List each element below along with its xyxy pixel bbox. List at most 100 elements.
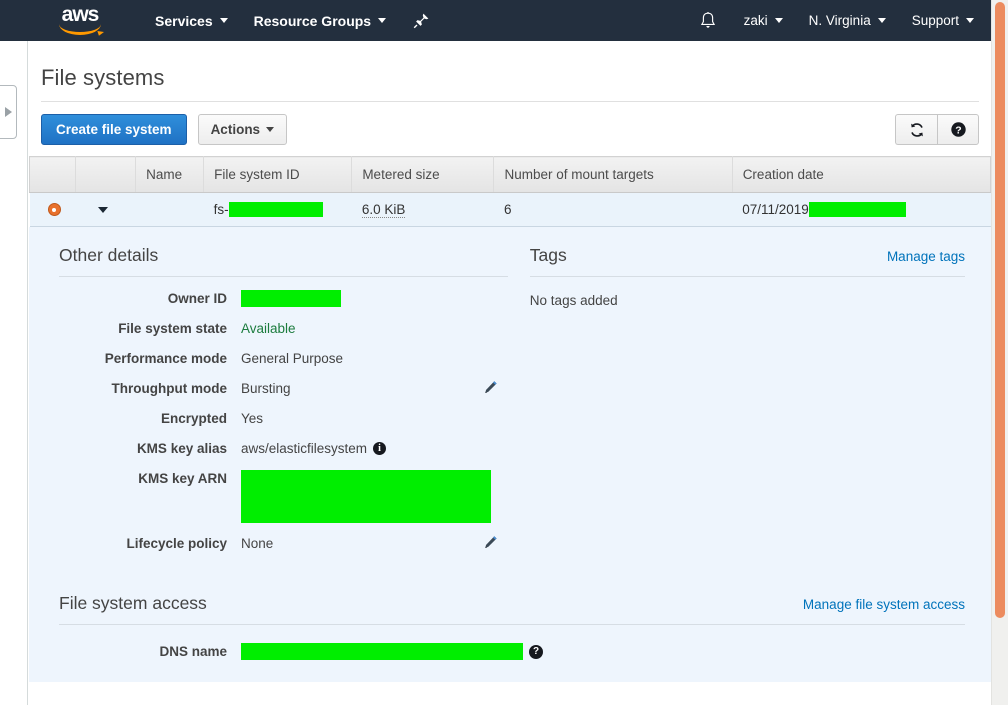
table-header-row: Name File system ID Metered size Number … (29, 156, 991, 193)
detail-value-performance-mode: General Purpose (241, 351, 344, 366)
manage-tags-link[interactable]: Manage tags (887, 249, 965, 264)
actions-label: Actions (210, 122, 261, 137)
row-file-system-id-cell: fs- (203, 192, 352, 227)
column-header-metered-size[interactable]: Metered size (351, 156, 495, 193)
nav-support-menu[interactable]: Support (899, 0, 987, 41)
bell-icon[interactable] (685, 11, 731, 30)
column-header-file-system-id[interactable]: File system ID (203, 156, 353, 193)
detail-label-owner-id: Owner ID (167, 291, 227, 306)
caret-down-icon (266, 127, 275, 132)
detail-row-performance-mode: Performance mode General Purpose (59, 350, 508, 368)
detail-value-kms-key-arn (241, 470, 508, 523)
detail-row-kms-key-alias: KMS key alias aws/elasticfilesystem i (59, 440, 508, 458)
top-navigation-bar: aws Services Resource Groups zaki N. Vir… (0, 0, 991, 41)
row-creation-date-value: 07/11/2019 (742, 201, 809, 217)
nav-account-label: zaki (743, 13, 768, 28)
vertical-scrollbar-thumb[interactable] (995, 2, 1005, 618)
tags-title: Tags (529, 245, 567, 265)
detail-value-encrypted: Yes (241, 411, 264, 426)
row-creation-time-redaction (808, 202, 906, 218)
tags-divider (529, 276, 965, 277)
help-circle-icon[interactable]: ? (529, 645, 543, 659)
main-content: File systems Create file system Actions (29, 41, 991, 705)
nav-region-label: N. Virginia (808, 13, 871, 28)
triangle-right-icon (5, 107, 12, 117)
detail-label-performance-mode: Performance mode (104, 351, 227, 366)
chevron-down-icon (378, 18, 387, 23)
detail-label-throughput-mode: Throughput mode (111, 381, 227, 396)
help-button[interactable]: ? (937, 114, 979, 145)
other-details-title: Other details (59, 245, 159, 265)
column-header-mount-targets[interactable]: Number of mount targets (493, 156, 733, 193)
row-file-system-id-prefix: fs- (213, 201, 229, 217)
owner-id-redaction (241, 290, 341, 307)
row-file-system-id-redaction (228, 202, 323, 218)
row-radio-button[interactable] (47, 203, 61, 216)
row-creation-date-cell: 07/11/2019 (732, 192, 991, 227)
page-title: File systems (41, 65, 165, 90)
sidebar-rail (0, 41, 28, 705)
aws-logo-text: aws (61, 2, 100, 26)
edit-lifecycle-policy-button[interactable] (483, 535, 508, 553)
create-file-system-button[interactable]: Create file system (41, 114, 187, 145)
nav-account-menu[interactable]: zaki (731, 0, 796, 41)
chevron-down-icon (966, 18, 974, 23)
kms-key-arn-redaction (241, 470, 491, 523)
chevron-down-icon (877, 18, 886, 23)
nav-support-label: Support (911, 13, 959, 28)
svg-text:?: ? (955, 124, 961, 136)
pencil-icon (484, 536, 497, 548)
other-details-section: Other details Owner ID File system state… (59, 245, 508, 565)
other-details-divider (59, 276, 508, 277)
row-metered-size-value[interactable]: 6.0 KiB (361, 202, 406, 218)
tags-empty-text: No tags added (529, 293, 618, 308)
detail-value-throughput-mode: Bursting (241, 381, 291, 396)
chevron-down-icon (774, 18, 783, 23)
info-icon[interactable]: i (373, 442, 387, 455)
detail-row-kms-key-arn: KMS key ARN (59, 470, 508, 523)
actions-dropdown-button[interactable]: Actions (197, 114, 288, 145)
row-expand-cell[interactable] (75, 192, 136, 227)
file-system-access-title: File system access (59, 593, 207, 613)
refresh-icon (910, 122, 923, 137)
kms-key-alias-text: aws/elasticfilesystem (241, 441, 368, 456)
detail-columns: Other details Owner ID File system state… (29, 245, 991, 565)
detail-row-lifecycle-policy: Lifecycle policy None (59, 535, 508, 553)
aws-logo-smile-icon (59, 22, 101, 35)
detail-value-owner-id (241, 290, 508, 307)
detail-label-lifecycle-policy: Lifecycle policy (126, 536, 227, 551)
aws-logo[interactable]: aws (48, 2, 112, 36)
detail-label-encrypted: Encrypted (160, 411, 227, 426)
help-circle-icon: ? (950, 122, 966, 137)
edit-throughput-mode-button[interactable] (483, 380, 508, 398)
refresh-button[interactable] (895, 114, 937, 145)
row-select-cell[interactable] (29, 192, 76, 227)
row-metered-size-cell[interactable]: 6.0 KiB (351, 192, 494, 227)
table-row[interactable]: fs- 6.0 KiB 6 07/11/2019 (29, 192, 991, 227)
detail-row-throughput-mode: Throughput mode Bursting (59, 380, 508, 398)
column-header-creation-date[interactable]: Creation date (732, 156, 991, 193)
nav-services-menu[interactable]: Services (142, 0, 241, 41)
detail-row-dns-name: DNS name ? (59, 643, 965, 661)
nav-resource-groups-menu[interactable]: Resource Groups (241, 0, 399, 41)
dns-name-redaction (241, 643, 523, 660)
column-header-expand (75, 156, 137, 193)
pushpin-icon[interactable] (413, 12, 430, 29)
detail-value-dns-name: ? (241, 643, 965, 660)
nav-resource-groups-label: Resource Groups (253, 12, 372, 29)
toolbar: Create file system Actions ? (29, 102, 991, 156)
chevron-down-icon (219, 18, 228, 23)
create-file-system-label: Create file system (56, 122, 172, 137)
file-system-access-divider (59, 624, 965, 625)
nav-region-menu[interactable]: N. Virginia (796, 0, 899, 41)
file-system-access-header: File system access Manage file system ac… (59, 593, 965, 614)
detail-row-encrypted: Encrypted Yes (59, 410, 508, 428)
tags-section: Tags Manage tags No tags added (529, 245, 965, 565)
sidebar-expand-button[interactable] (0, 85, 17, 139)
vertical-scrollbar[interactable] (991, 0, 1008, 705)
manage-file-system-access-link[interactable]: Manage file system access (803, 597, 965, 612)
column-header-select (29, 156, 77, 193)
row-expand-caret-icon[interactable] (97, 206, 108, 213)
detail-row-file-system-state: File system state Available (59, 320, 508, 338)
column-header-name[interactable]: Name (135, 156, 205, 193)
